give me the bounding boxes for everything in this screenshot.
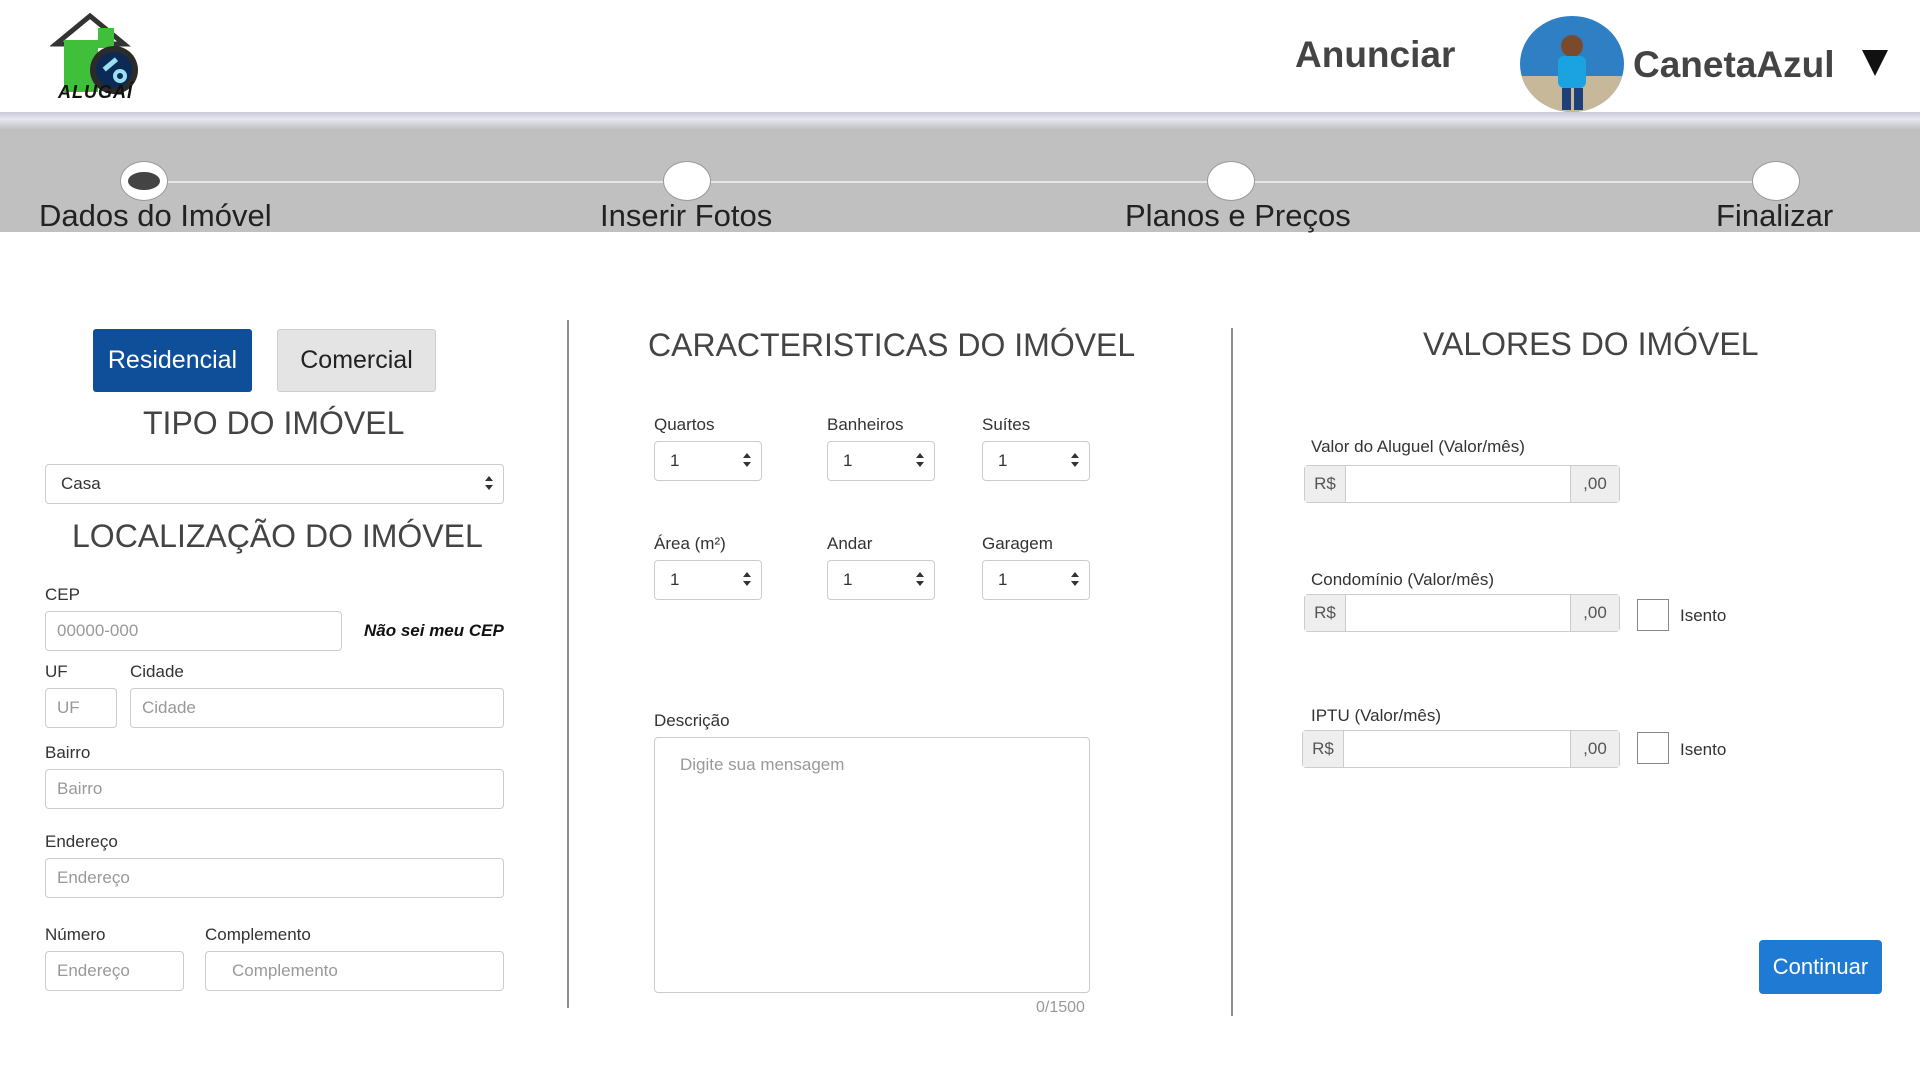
iptu-input[interactable]	[1344, 731, 1570, 767]
iptu-label: IPTU (Valor/mês)	[1311, 706, 1442, 725]
column-divider-left	[567, 320, 569, 1008]
complemento-input[interactable]	[205, 951, 504, 991]
select-arrows-icon	[916, 453, 924, 469]
step-dot-fotos[interactable]	[663, 161, 711, 201]
tipo-imovel-title: TIPO DO IMÓVEL	[143, 405, 405, 441]
banheiros-label: Banheiros	[827, 415, 904, 434]
area-label: Área (m²)	[654, 534, 726, 553]
suites-label: Suítes	[982, 415, 1031, 434]
aluguel-input[interactable]	[1346, 466, 1570, 502]
currency-prefix: R$	[1305, 595, 1346, 631]
iptu-input-group[interactable]: R$ ,00	[1302, 730, 1620, 768]
descricao-textarea[interactable]: Digite sua mensagem	[654, 737, 1090, 993]
select-arrows-icon	[743, 453, 751, 469]
suites-value: 1	[998, 451, 1008, 470]
quartos-value: 1	[670, 451, 680, 470]
currency-prefix: R$	[1303, 731, 1344, 767]
header-divider	[0, 112, 1920, 130]
column-divider-right	[1231, 328, 1233, 1016]
step-label-dados[interactable]: Dados do Imóvel	[39, 198, 272, 234]
cep-label: CEP	[45, 585, 80, 604]
tipo-imovel-select[interactable]: Casa	[45, 464, 504, 504]
step-dot-dados[interactable]	[120, 161, 168, 201]
cidade-label: Cidade	[130, 662, 184, 681]
user-menu-caret-icon[interactable]	[1862, 50, 1888, 76]
char-counter: 0/1500	[1036, 999, 1085, 1016]
area-select[interactable]: 1	[654, 560, 762, 600]
logo-text: ALUGAÍ	[58, 82, 133, 102]
condominio-isento-label: Isento	[1680, 606, 1727, 625]
condominio-input[interactable]	[1346, 595, 1570, 631]
condominio-isento-checkbox[interactable]	[1637, 599, 1669, 631]
numero-label: Número	[45, 925, 106, 944]
continuar-button[interactable]: Continuar	[1759, 940, 1882, 994]
cents-suffix: ,00	[1570, 466, 1619, 502]
iptu-isento-label: Isento	[1680, 740, 1727, 759]
numero-input[interactable]	[45, 951, 184, 991]
andar-label: Andar	[827, 534, 873, 553]
uf-input[interactable]	[45, 688, 117, 728]
currency-prefix: R$	[1305, 466, 1346, 502]
select-arrows-icon	[1071, 453, 1079, 469]
tipo-imovel-value: Casa	[61, 474, 101, 493]
condominio-input-group[interactable]: R$ ,00	[1304, 594, 1620, 632]
endereco-label: Endereço	[45, 832, 118, 851]
progress-stepper: Dados do Imóvel Inserir Fotos Planos e P…	[0, 130, 1920, 234]
nao-sei-cep-link[interactable]: Não sei meu CEP	[364, 621, 504, 641]
iptu-isento-checkbox[interactable]	[1637, 732, 1669, 764]
username[interactable]: CanetaAzul	[1633, 44, 1834, 86]
quartos-label: Quartos	[654, 415, 715, 434]
step-label-planos[interactable]: Planos e Preços	[1125, 198, 1351, 234]
top-header: ALUGAÍ Anunciar CanetaAzul	[0, 0, 1920, 118]
select-arrows-icon	[916, 572, 924, 588]
condominio-label: Condomínio (Valor/mês)	[1311, 570, 1494, 589]
endereco-input[interactable]	[45, 858, 504, 898]
descricao-placeholder: Digite sua mensagem	[680, 755, 845, 774]
quartos-select[interactable]: 1	[654, 441, 762, 481]
cep-input[interactable]	[45, 611, 342, 651]
descricao-label: Descrição	[654, 711, 730, 730]
cidade-input[interactable]	[130, 688, 504, 728]
uf-label: UF	[45, 662, 68, 681]
step-label-finalizar[interactable]: Finalizar	[1716, 198, 1833, 234]
cents-suffix: ,00	[1570, 731, 1619, 767]
comercial-button[interactable]: Comercial	[277, 329, 436, 392]
anunciar-link[interactable]: Anunciar	[1295, 34, 1455, 76]
andar-select[interactable]: 1	[827, 560, 935, 600]
residencial-button[interactable]: Residencial	[93, 329, 252, 392]
garagem-select[interactable]: 1	[982, 560, 1090, 600]
banheiros-value: 1	[843, 451, 853, 470]
suites-select[interactable]: 1	[982, 441, 1090, 481]
valores-title: VALORES DO IMÓVEL	[1423, 326, 1759, 362]
localizacao-title: LOCALIZAÇÃO DO IMÓVEL	[72, 518, 483, 554]
aluguel-input-group[interactable]: R$ ,00	[1304, 465, 1620, 503]
step-label-fotos[interactable]: Inserir Fotos	[600, 198, 772, 234]
select-arrows-icon	[743, 572, 751, 588]
bairro-label: Bairro	[45, 743, 91, 762]
stepper-line	[145, 181, 1775, 183]
user-avatar[interactable]	[1520, 16, 1624, 112]
complemento-label: Complemento	[205, 925, 311, 944]
select-arrows-icon	[485, 476, 493, 492]
area-value: 1	[670, 570, 680, 589]
banheiros-select[interactable]: 1	[827, 441, 935, 481]
andar-value: 1	[843, 570, 853, 589]
garagem-value: 1	[998, 570, 1008, 589]
step-dot-planos[interactable]	[1207, 161, 1255, 201]
cents-suffix: ,00	[1570, 595, 1619, 631]
step-dot-finalizar[interactable]	[1752, 161, 1800, 201]
aluguel-label: Valor do Aluguel (Valor/mês)	[1311, 437, 1525, 456]
garagem-label: Garagem	[982, 534, 1053, 553]
caracteristicas-title: CARACTERISTICAS DO IMÓVEL	[648, 327, 1136, 363]
bairro-input[interactable]	[45, 769, 504, 809]
select-arrows-icon	[1071, 572, 1079, 588]
